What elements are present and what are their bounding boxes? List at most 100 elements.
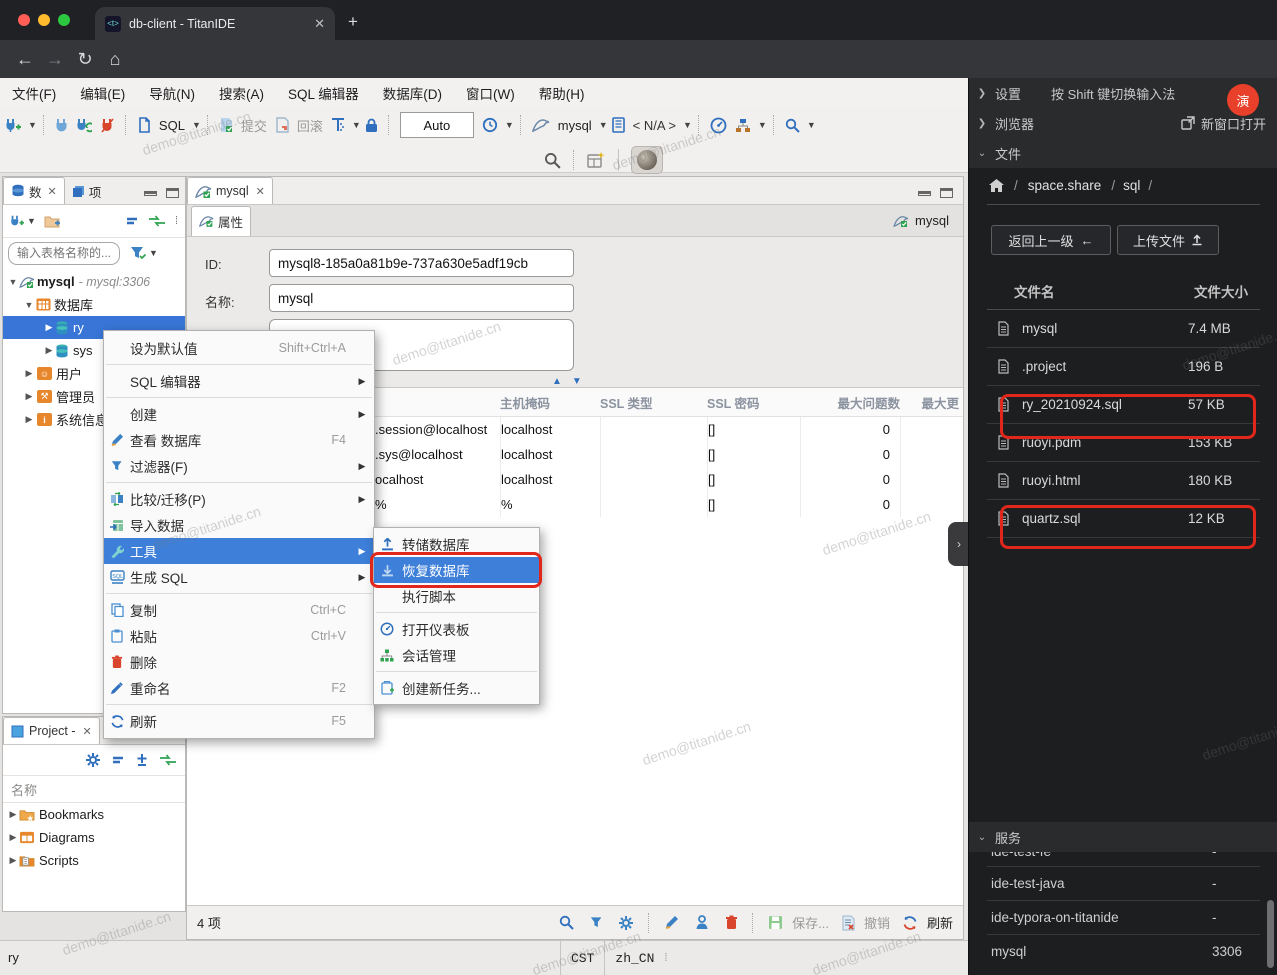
menu-navigate[interactable]: 导航(N) — [137, 83, 207, 103]
view-menu-dots-icon[interactable]: ⁞ — [175, 215, 179, 227]
collapse-all-icon[interactable] — [111, 754, 125, 766]
file-row-highlighted[interactable]: quartz.sql 12 KB — [987, 500, 1260, 538]
file-row[interactable]: ruoyi.pdm 153 KB — [987, 424, 1260, 462]
service-row[interactable]: ide-test-java - — [987, 867, 1260, 901]
autocommit-lock-icon[interactable] — [365, 118, 378, 133]
grid-settings-gear-icon[interactable] — [618, 915, 634, 931]
revert-button[interactable]: 撤销 — [864, 913, 890, 932]
commit-doc-icon[interactable] — [219, 117, 233, 133]
tab-close-icon[interactable]: ✕ — [48, 185, 57, 198]
commit-button[interactable]: 提交 — [241, 116, 267, 135]
minimize-view-icon[interactable] — [144, 191, 157, 196]
connection-dropdown-icon[interactable]: ▼ — [28, 120, 37, 130]
menu-item-paste[interactable]: 粘贴 Ctrl+V — [104, 623, 374, 649]
menu-item-compare-migrate[interactable]: 比较/迁移(P) ▶ — [104, 486, 374, 512]
table-filter-input[interactable] — [8, 241, 120, 265]
save-button[interactable]: 保存... — [792, 913, 829, 932]
home-icon[interactable] — [989, 178, 1004, 192]
schema-dropdown-icon[interactable]: ▼ — [683, 120, 692, 130]
tab-close-icon[interactable]: ✕ — [83, 725, 92, 738]
new-folder-icon[interactable] — [44, 214, 61, 228]
service-row[interactable]: ide-test-fe - — [987, 852, 1260, 867]
menu-item-copy[interactable]: 复制 Ctrl+C — [104, 597, 374, 623]
reconnect-icon[interactable] — [76, 118, 92, 133]
reload-icon[interactable]: ↻ — [70, 49, 100, 70]
crumb-space-share[interactable]: space.share — [1028, 178, 1102, 193]
sidebar-scrollbar-thumb[interactable] — [1267, 900, 1274, 968]
dashboard-gauge-icon[interactable] — [710, 117, 727, 134]
search-dropdown-icon[interactable]: ▼ — [807, 120, 816, 130]
zoom-window-button[interactable] — [58, 14, 70, 26]
tab-close-icon[interactable]: ✕ — [314, 16, 325, 32]
collapse-all-icon[interactable] — [125, 215, 139, 227]
menu-sql-editor[interactable]: SQL 编辑器 — [276, 83, 371, 103]
edit-cell-pencil-icon[interactable] — [664, 915, 679, 930]
tab-projects[interactable]: 项 — [65, 178, 109, 204]
editor-tab-mysql[interactable]: mysql ✕ — [187, 177, 273, 204]
menu-help[interactable]: 帮助(H) — [527, 83, 597, 103]
filter-funnel-icon[interactable] — [130, 246, 146, 261]
delete-row-trash-icon[interactable] — [725, 915, 738, 930]
crumb-sql[interactable]: sql — [1123, 178, 1140, 193]
services-section-header[interactable]: ⌄ 服务 — [969, 822, 1277, 852]
splitter-collapse-icons[interactable]: ▲ ▼ — [552, 376, 582, 387]
disconnect-icon[interactable] — [100, 117, 115, 133]
menu-item-set-default[interactable]: 设为默认值 Shift+Ctrl+A — [104, 335, 374, 361]
menu-item-import-data[interactable]: 导入数据 — [104, 512, 374, 538]
name-input[interactable] — [269, 284, 574, 312]
menu-item-generate-sql[interactable]: SQL 生成 SQL ▶ — [104, 564, 374, 590]
link-with-editor-icon[interactable] — [159, 754, 177, 766]
refresh-grid-icon[interactable] — [902, 915, 918, 931]
forward-icon[interactable]: → — [40, 49, 70, 70]
submenu-item-session-manager[interactable]: 会话管理 — [374, 642, 539, 668]
menu-database[interactable]: 数据库(D) — [371, 83, 454, 103]
menu-item-delete[interactable]: 删除 — [104, 649, 374, 675]
transaction-mode-icon[interactable] — [331, 117, 345, 133]
sidebar-collapse-handle[interactable]: › — [948, 522, 970, 566]
service-row[interactable]: mysql 3306 — [987, 935, 1260, 968]
tab-project[interactable]: Project - ✕ — [3, 717, 100, 744]
files-section-header[interactable]: ⌄ 文件 — [969, 138, 1277, 168]
tree-node-scripts[interactable]: ▶ Scripts — [3, 849, 185, 872]
submenu-item-open-dashboard[interactable]: 打开仪表板 — [374, 616, 539, 642]
file-size-header[interactable]: 文件大小 — [1194, 281, 1248, 301]
go-up-button[interactable]: 返回上一级 ← — [991, 225, 1111, 255]
add-row-person-icon[interactable] — [695, 915, 709, 930]
catalog-icon[interactable] — [611, 117, 625, 133]
menu-item-create[interactable]: 创建 ▶ — [104, 401, 374, 427]
tree-node-databases[interactable]: ▼ 数据库 — [3, 293, 185, 316]
col-host-mask[interactable]: 主机掩码 — [500, 393, 600, 412]
browser-tab[interactable]: <t> db-client - TitanIDE ✕ — [95, 7, 335, 40]
database-dropdown-icon[interactable]: ▼ — [599, 120, 608, 130]
quick-search-icon[interactable] — [544, 152, 561, 169]
submenu-item-execute-script[interactable]: 执行脚本 — [374, 583, 539, 609]
connect-icon[interactable] — [55, 118, 68, 133]
database-selector[interactable]: mysql — [558, 118, 592, 133]
submenu-item-create-task[interactable]: 创建新任务... — [374, 675, 539, 701]
menu-search[interactable]: 搜索(A) — [207, 83, 276, 103]
service-row[interactable]: ide-typora-on-titanide - — [987, 901, 1260, 935]
maximize-view-icon[interactable] — [166, 188, 179, 198]
rollback-button[interactable]: 回滚 — [297, 116, 323, 135]
status-dots-icon[interactable]: ⁞ — [664, 952, 667, 964]
rollback-doc-icon[interactable] — [275, 117, 289, 133]
maximize-editor-icon[interactable] — [940, 188, 953, 198]
filter-dropdown-icon[interactable]: ▼ — [149, 248, 158, 258]
menu-item-view-database[interactable]: 查看 数据库 F4 — [104, 427, 374, 453]
new-tab-button[interactable]: + — [348, 12, 358, 32]
project-settings-gear-icon[interactable] — [85, 752, 101, 768]
file-row[interactable]: .project 196 B — [987, 348, 1260, 386]
expand-all-icon[interactable] — [135, 753, 149, 767]
id-input[interactable] — [269, 249, 574, 277]
sql-editor-label[interactable]: SQL — [159, 118, 185, 133]
tree-node-bookmarks[interactable]: ▶ Bookmarks — [3, 803, 185, 826]
tab-close-icon[interactable]: ✕ — [256, 185, 265, 198]
refresh-grid-button[interactable]: 刷新 — [927, 913, 953, 932]
revert-doc-icon[interactable] — [841, 915, 855, 931]
network-topology-icon[interactable] — [735, 118, 751, 133]
menu-item-rename[interactable]: 重命名 F2 — [104, 675, 374, 701]
upload-file-button[interactable]: 上传文件 — [1117, 225, 1219, 255]
tree-node-connection[interactable]: ▼ mysql - mysql:3306 — [3, 270, 185, 293]
schema-selector[interactable]: < N/A > — [633, 118, 676, 133]
user-avatar[interactable] — [631, 146, 663, 174]
